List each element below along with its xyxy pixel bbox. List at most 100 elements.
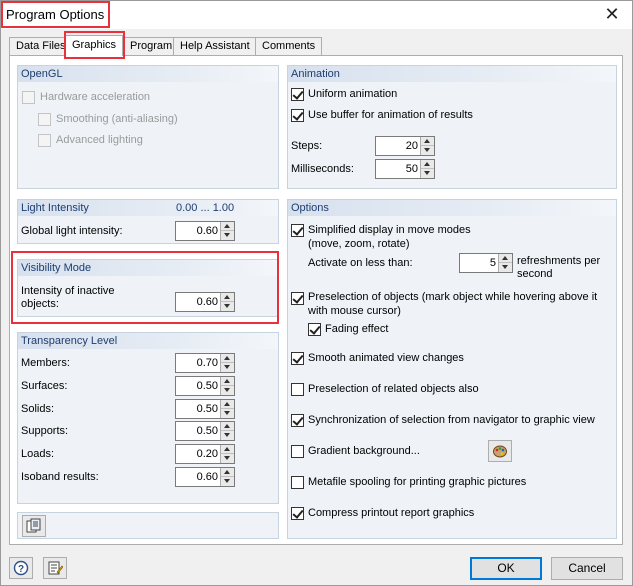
restore-defaults-icon: [26, 518, 41, 533]
spin-down-icon[interactable]: [421, 169, 434, 178]
spin-down-icon[interactable]: [221, 454, 234, 463]
edit-notes-button[interactable]: [43, 557, 67, 579]
transparency-loads-spinner[interactable]: 0.20: [175, 444, 235, 464]
transparency-surfaces-value: 0.50: [196, 380, 218, 392]
transparency-members-spinner[interactable]: 0.70: [175, 353, 235, 373]
activate-spinner[interactable]: 5: [459, 253, 513, 273]
hardware-acceleration-checkbox[interactable]: [22, 91, 35, 104]
transparency-isoband-label: Isoband results:: [21, 471, 99, 483]
preselection-checkbox[interactable]: [291, 292, 304, 305]
steps-spinner[interactable]: 20: [375, 136, 435, 156]
spin-arrows: [420, 137, 434, 155]
compress-graphics-checkbox[interactable]: [291, 507, 304, 520]
spin-up-icon[interactable]: [221, 468, 234, 477]
steps-label: Steps:: [291, 140, 323, 152]
spin-arrows: [420, 160, 434, 178]
sync-selection-label: Synchronization of selection from naviga…: [308, 414, 595, 426]
opengl-header: OpenGL: [18, 66, 278, 82]
help-icon: ?: [13, 560, 29, 576]
spin-up-icon[interactable]: [221, 222, 234, 231]
title-bar: Program Options ✕: [1, 1, 632, 29]
animation-header: Animation: [288, 66, 616, 82]
advanced-lighting-label: Advanced lighting: [56, 134, 143, 146]
light-intensity-group: Light Intensity 0.00 ... 1.00 Global lig…: [17, 199, 279, 244]
transparency-header: Transparency Level: [18, 333, 278, 349]
simplified-display-checkbox[interactable]: [291, 224, 304, 237]
global-light-label: Global light intensity:: [21, 225, 123, 237]
close-icon: ✕: [604, 4, 620, 24]
smoothing-checkbox[interactable]: [38, 113, 51, 126]
spin-down-icon[interactable]: [221, 431, 234, 440]
transparency-members-label: Members:: [21, 357, 70, 369]
graphics-panel: OpenGL Hardware acceleration Smoothing (…: [9, 55, 623, 545]
gradient-color-button[interactable]: [488, 440, 512, 462]
sync-selection-checkbox[interactable]: [291, 414, 304, 427]
smooth-view-label: Smooth animated view changes: [308, 352, 464, 364]
tab-comments[interactable]: Comments: [255, 37, 323, 55]
spin-down-icon[interactable]: [221, 409, 234, 418]
spin-down-icon[interactable]: [499, 263, 512, 272]
cancel-button[interactable]: Cancel: [551, 557, 623, 580]
advanced-lighting-checkbox[interactable]: [38, 134, 51, 147]
options-header: Options: [288, 200, 616, 216]
milliseconds-value: 50: [405, 163, 418, 175]
spin-down-icon[interactable]: [421, 146, 434, 155]
spin-up-icon[interactable]: [221, 293, 234, 302]
uniform-animation-checkbox[interactable]: [291, 88, 304, 101]
preselection-related-checkbox[interactable]: [291, 383, 304, 396]
restore-defaults-button[interactable]: [22, 515, 46, 537]
spin-down-icon[interactable]: [221, 231, 234, 240]
gradient-background-checkbox[interactable]: [291, 445, 304, 458]
edit-notes-icon: [48, 561, 63, 575]
spin-down-icon[interactable]: [221, 477, 234, 486]
spin-up-icon[interactable]: [221, 445, 234, 454]
spin-down-icon[interactable]: [221, 302, 234, 311]
smooth-view-checkbox[interactable]: [291, 352, 304, 365]
graphics-tab-highlight: [64, 31, 125, 59]
activate-value: 5: [489, 257, 496, 269]
transparency-surfaces-spinner[interactable]: 0.50: [175, 376, 235, 396]
hardware-acceleration-label: Hardware acceleration: [40, 91, 151, 103]
spin-up-icon[interactable]: [421, 160, 434, 169]
tab-program[interactable]: Program: [123, 37, 180, 55]
transparency-surfaces-label: Surfaces:: [21, 380, 68, 392]
smoothing-label: Smoothing (anti-aliasing): [56, 113, 178, 125]
spin-up-icon[interactable]: [221, 354, 234, 363]
opengl-group: OpenGL Hardware acceleration Smoothing (…: [17, 65, 279, 189]
milliseconds-spinner[interactable]: 50: [375, 159, 435, 179]
tab-help-assistant[interactable]: Help Assistant: [173, 37, 257, 55]
spin-up-icon[interactable]: [499, 254, 512, 263]
steps-value: 20: [405, 140, 418, 152]
transparency-supports-spinner[interactable]: 0.50: [175, 421, 235, 441]
spin-up-icon[interactable]: [421, 137, 434, 146]
light-intensity-header: Light Intensity 0.00 ... 1.00: [18, 200, 278, 216]
tab-data-files[interactable]: Data Files: [9, 37, 73, 55]
close-button[interactable]: ✕: [598, 3, 626, 25]
transparency-isoband-spinner[interactable]: 0.60: [175, 467, 235, 487]
spin-up-icon[interactable]: [221, 377, 234, 386]
transparency-solids-spinner[interactable]: 0.50: [175, 399, 235, 419]
spin-up-icon[interactable]: [221, 422, 234, 431]
transparency-loads-value: 0.20: [196, 448, 218, 460]
transparency-supports-label: Supports:: [21, 425, 69, 437]
global-light-arrows: [220, 222, 234, 240]
spin-down-icon[interactable]: [221, 363, 234, 372]
spin-up-icon[interactable]: [221, 400, 234, 409]
uniform-animation-label: Uniform animation: [308, 88, 398, 100]
inactive-intensity-spinner[interactable]: 0.60: [175, 292, 235, 312]
animation-buffer-checkbox[interactable]: [291, 109, 304, 122]
fading-effect-checkbox[interactable]: [308, 323, 321, 336]
program-options-dialog: Program Options ✕ Data Files Graphics Pr…: [0, 0, 633, 586]
inactive-intensity-label-line2: objects:: [21, 298, 59, 310]
visibility-mode-header: Visibility Mode: [18, 260, 278, 276]
global-light-spinner[interactable]: 0.60: [175, 221, 235, 241]
ok-button[interactable]: OK: [470, 557, 542, 580]
color-palette-icon: [493, 445, 507, 458]
refreshments-label-line1: refreshments per: [517, 255, 601, 267]
help-button[interactable]: ?: [9, 557, 33, 579]
gradient-background-label: Gradient background...: [308, 445, 420, 457]
transparency-members-value: 0.70: [196, 357, 218, 369]
spin-down-icon[interactable]: [221, 386, 234, 395]
transparency-isoband-value: 0.60: [196, 471, 218, 483]
metafile-spooling-checkbox[interactable]: [291, 476, 304, 489]
